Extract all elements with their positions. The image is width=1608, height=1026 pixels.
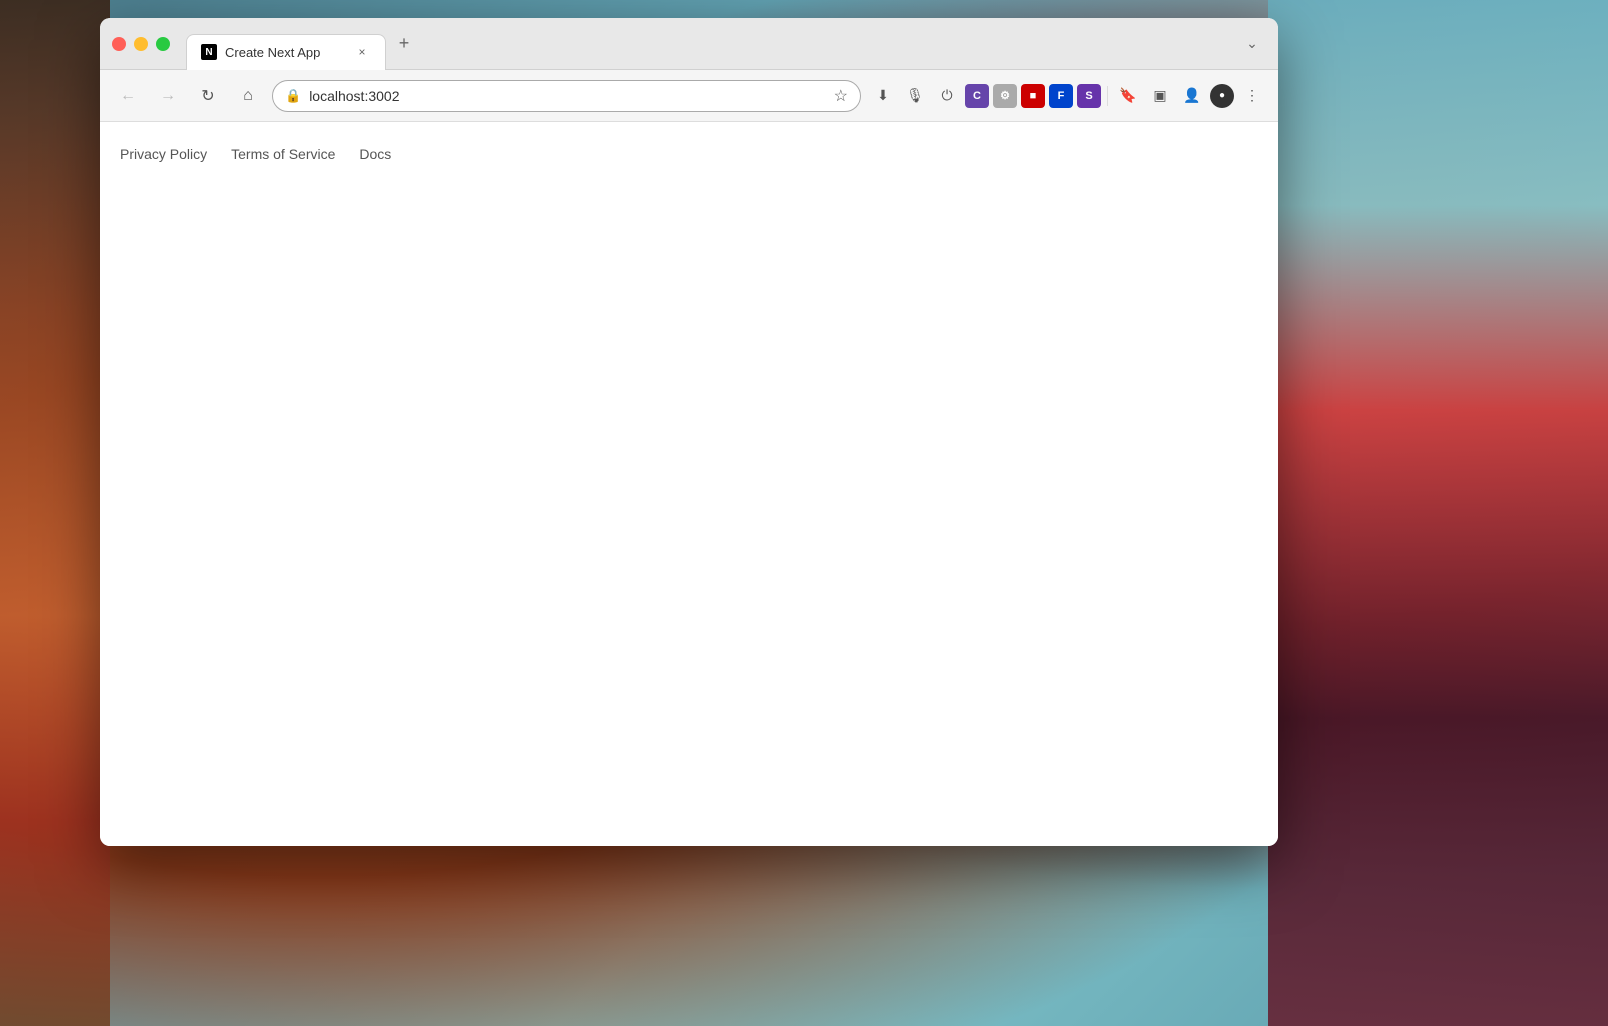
extension-red[interactable]: ■: [1021, 84, 1045, 108]
podcast-icon: 🎙: [906, 87, 924, 104]
menu-button[interactable]: ⋮: [1238, 82, 1266, 110]
sidebar-icon: ▣: [1153, 87, 1166, 104]
power-icon: ⏻: [941, 87, 952, 104]
bookmarks-icon: 🔖: [1119, 87, 1136, 104]
power-button[interactable]: ⏻: [933, 82, 961, 110]
footer-nav: Privacy Policy Terms of Service Docs: [120, 138, 1258, 170]
minimize-button[interactable]: [134, 37, 148, 51]
tab-close-button[interactable]: ×: [353, 43, 371, 61]
bookmarks-button[interactable]: 🔖: [1114, 82, 1142, 110]
podcast-button[interactable]: 🎙: [901, 82, 929, 110]
close-button[interactable]: [112, 37, 126, 51]
profile-button[interactable]: 👤: [1178, 82, 1206, 110]
refresh-button[interactable]: ↻: [192, 80, 224, 112]
refresh-icon: ↻: [201, 86, 214, 106]
terms-of-service-label: Terms of Service: [231, 146, 335, 162]
tab-title: Create Next App: [225, 45, 345, 60]
extension-blue[interactable]: F: [1049, 84, 1073, 108]
terms-of-service-link[interactable]: Terms of Service: [231, 146, 335, 162]
profile-icon: 👤: [1183, 87, 1200, 104]
toolbar-icons: ⬇ 🎙 ⏻ C ⚙ ■ F S: [869, 82, 1266, 110]
extension-dark[interactable]: ●: [1210, 84, 1234, 108]
desktop-wallpaper-right: [1268, 0, 1608, 1026]
title-bar: N Create Next App × + ⌄: [100, 18, 1278, 70]
web-content[interactable]: Privacy Policy Terms of Service Docs: [100, 122, 1278, 846]
nav-bar: ← → ↻ ⌂ 🔒 ☆ ⬇ 🎙 ⏻: [100, 70, 1278, 122]
privacy-policy-link[interactable]: Privacy Policy: [120, 146, 207, 162]
maximize-button[interactable]: [156, 37, 170, 51]
home-icon: ⌂: [243, 87, 253, 105]
home-button[interactable]: ⌂: [232, 80, 264, 112]
desktop-wallpaper-left: [0, 0, 110, 1026]
extension-purple[interactable]: S: [1077, 84, 1101, 108]
extension-settings[interactable]: ⚙: [993, 84, 1017, 108]
download-icon: ⬇: [877, 87, 889, 104]
forward-button[interactable]: →: [152, 80, 184, 112]
security-icon: 🔒: [285, 88, 301, 104]
address-bar[interactable]: 🔒 ☆: [272, 80, 861, 112]
active-tab[interactable]: N Create Next App ×: [186, 34, 386, 70]
window-controls: [112, 37, 170, 51]
extension-copilot[interactable]: C: [965, 84, 989, 108]
tab-list-button[interactable]: ⌄: [1238, 30, 1266, 58]
new-tab-button[interactable]: +: [390, 30, 418, 58]
download-button[interactable]: ⬇: [869, 82, 897, 110]
tabs-area: N Create Next App × + ⌄: [186, 26, 1266, 62]
docs-link[interactable]: Docs: [359, 146, 391, 162]
docs-label: Docs: [359, 146, 391, 162]
back-button[interactable]: ←: [112, 80, 144, 112]
tab-favicon: N: [201, 44, 217, 60]
forward-icon: →: [160, 87, 176, 105]
back-icon: ←: [120, 87, 136, 105]
url-input[interactable]: [309, 88, 825, 104]
menu-icon: ⋮: [1245, 87, 1259, 104]
sidebar-button[interactable]: ▣: [1146, 82, 1174, 110]
bookmark-icon[interactable]: ☆: [834, 86, 848, 106]
toolbar-divider: [1107, 86, 1108, 106]
privacy-policy-label: Privacy Policy: [120, 146, 207, 162]
browser-window: N Create Next App × + ⌄ ← → ↻ ⌂ 🔒 ☆: [100, 18, 1278, 846]
